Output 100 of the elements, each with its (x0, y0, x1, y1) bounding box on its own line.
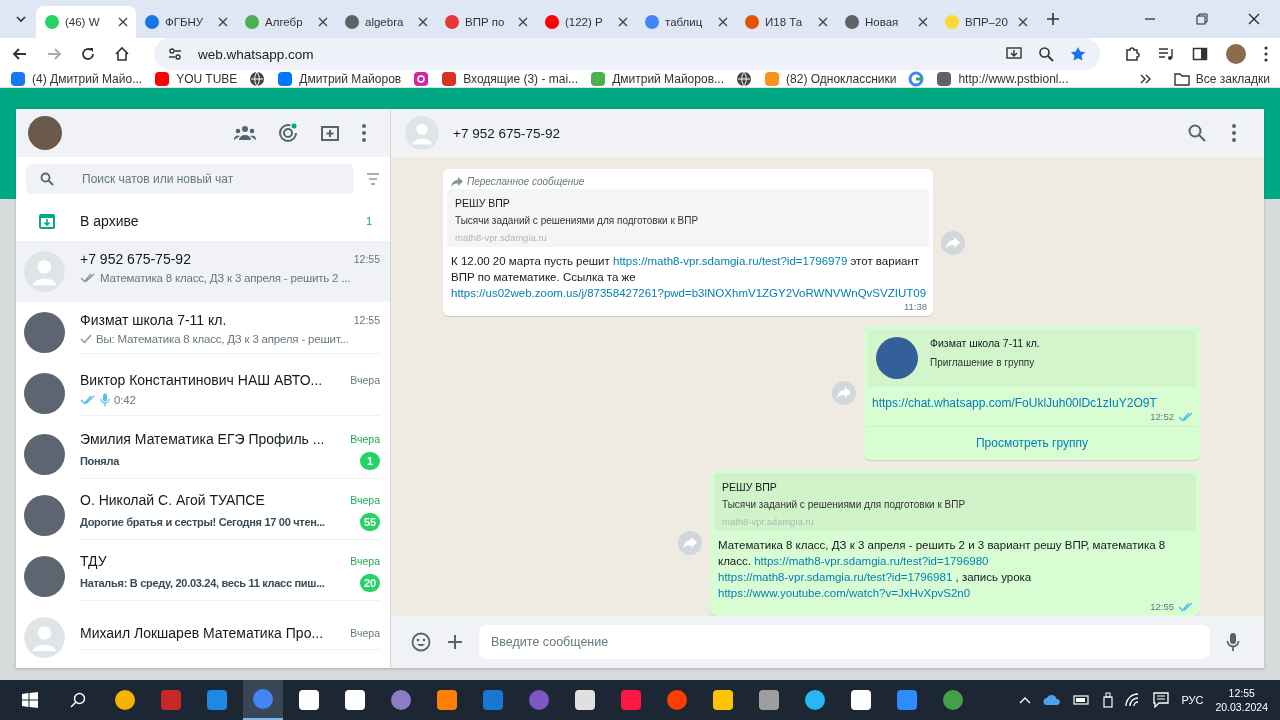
usb-drive-icon[interactable] (1103, 692, 1114, 708)
globe-icon[interactable] (249, 70, 266, 87)
colored-circle-icon[interactable] (908, 70, 925, 87)
new-chat-icon[interactable] (320, 124, 340, 142)
reload-icon[interactable] (80, 46, 96, 62)
bookmark-item[interactable]: YOU TUBE (154, 70, 238, 87)
close-icon[interactable] (618, 17, 628, 27)
emoji-icon[interactable] (411, 632, 431, 652)
link-preview-card[interactable]: РЕШУ ВПР Тысячи заданий с решениями для подготовки к ВПР math8-vpr.sdamgia.ru (447, 189, 929, 247)
app-icon[interactable] (298, 689, 320, 711)
menu-icon[interactable] (1232, 124, 1236, 142)
bookmark-item[interactable]: Дмитрий Майоров (277, 70, 402, 87)
bookmark-item[interactable]: (4) Дмитрий Майо... (10, 70, 143, 87)
app-icon[interactable] (712, 689, 734, 711)
app-icon[interactable] (850, 689, 872, 711)
message-link[interactable]: https://math8-vpr.sdamgia.ru/test?id=1796979 (613, 255, 848, 267)
message-link[interactable]: https://www.youtube.com/watch?v=JxHvXpvS2n0 (718, 587, 971, 599)
zoom-icon[interactable] (1038, 46, 1054, 62)
browser-tab[interactable]: ФГБНУ (136, 6, 236, 38)
camera-icon[interactable] (413, 70, 430, 87)
battery-icon[interactable] (1073, 694, 1092, 706)
message-link[interactable]: https://math8-vpr.sdamgia.ru/test?id=1796980 (754, 555, 989, 567)
bookmark-item[interactable]: Входящие (3) - mai... (441, 70, 579, 87)
bookmark-star-icon[interactable] (1070, 46, 1086, 62)
message-link[interactable]: https://math8-vpr.sdamgia.ru/test?id=1796981 (718, 571, 953, 583)
close-icon[interactable] (718, 17, 728, 27)
app-icon[interactable] (344, 689, 366, 711)
chat-list-item[interactable]: Михаил Локшарев Математика Про... Вчера (16, 607, 390, 668)
microphone-icon[interactable] (1226, 632, 1240, 652)
message-text: К 12.00 20 марта пусть решит https://math8-vpr.sdamgia.ru/test?id=1796979 этот вариант ВПР по математике. Ссылка та же https://us02web.zoom.us/j/87358427261?pwd=b3lNOXhmV1ZGY2VoRWNVWnQvSVZIUT09 (451, 254, 925, 301)
restore-icon[interactable] (1196, 13, 1208, 25)
chat-list-item[interactable]: +7 952 675-75-92 12:55 Математика 8 класс, ДЗ к 3 апреля - решить 2 ... (16, 241, 390, 302)
globe-icon[interactable] (736, 70, 753, 87)
browser-tab[interactable]: (46) W (36, 6, 136, 38)
archive-row[interactable]: В архиве 1 (16, 201, 390, 241)
plus-icon[interactable] (447, 634, 463, 650)
app-icon[interactable] (114, 689, 136, 711)
search-icon[interactable] (70, 692, 86, 708)
chevron-icon[interactable] (1139, 72, 1152, 85)
bookmark-item[interactable]: Дмитрий Майоров... (590, 70, 725, 87)
message-input[interactable]: Введите сообщение (479, 625, 1210, 659)
chevron-up-icon[interactable] (1019, 696, 1032, 704)
preview-domain: math8-vpr.sdamgia.ru (722, 516, 815, 527)
unread-count: 1 (360, 451, 380, 470)
search-field[interactable]: Поиск чатов или новый чат (26, 164, 354, 194)
install-app-icon[interactable] (1006, 46, 1022, 62)
app-icon[interactable] (436, 689, 458, 711)
app-icon[interactable] (574, 689, 596, 711)
close-icon[interactable] (218, 17, 228, 27)
message-link[interactable]: https://us02web.zoom.us/j/87358427261?pwd=b3lNOXhmV1ZGY2VoRWNVWnQvSVZIUT09 (451, 287, 927, 299)
browser-tab[interactable]: Новая (836, 6, 936, 38)
chat-list-item[interactable]: Эмилия Математика ЕГЭ Профиль ... Вчера Поняла 1 (16, 424, 390, 485)
close-icon[interactable] (518, 17, 528, 27)
browser-tab[interactable]: algebra (336, 6, 436, 38)
home-icon[interactable] (114, 46, 130, 62)
cloud-icon[interactable] (1043, 694, 1062, 706)
all-bookmarks-button[interactable]: Все закладки (1173, 71, 1270, 86)
close-icon[interactable] (918, 17, 928, 27)
chat-title[interactable]: +7 952 675-75-92 (453, 125, 560, 141)
chat-list-item[interactable]: О. Николай С. Агой ТУАПСЕ Вчера Дорогие братья и сестры! Сегодня 17 00 чтен... 55 (16, 485, 390, 546)
bookmark-item[interactable]: http://www.pstbionl... (936, 70, 1069, 87)
extensions-icon[interactable] (1124, 46, 1140, 62)
close-icon[interactable] (318, 17, 328, 27)
menu-icon[interactable] (362, 124, 366, 142)
close-icon[interactable] (118, 17, 128, 27)
browser-tab[interactable]: (122) P (536, 6, 636, 38)
browser-tab[interactable]: ВПР по (436, 6, 536, 38)
chat-list-item[interactable]: Виктор Константинович НАШ АВТО... Вчера 0:42 (16, 363, 390, 424)
status-ring-icon[interactable] (278, 123, 298, 143)
profile-avatar[interactable] (1226, 44, 1246, 64)
close-icon[interactable] (1248, 13, 1260, 25)
language-indicator[interactable]: РУС (1181, 694, 1204, 706)
app-icon[interactable] (804, 689, 826, 711)
back-arrow-icon[interactable] (12, 46, 28, 62)
site-settings-icon[interactable] (168, 47, 182, 61)
bookmark-item[interactable]: (82) Одноклассники (764, 70, 897, 87)
close-icon[interactable] (818, 17, 828, 27)
side-panel-icon[interactable] (1192, 46, 1208, 62)
chat-list-item[interactable]: ТДУ Вчера Наталья: В среду, 20.03.24, весь 11 класс пиш... 20 (16, 546, 390, 607)
browser-tab[interactable]: ВПР–20 (936, 6, 1036, 38)
invite-link[interactable]: https://chat.whatsapp.com/FoUklJuh00lDc1zIuY2O9T (872, 396, 1157, 410)
address-bar[interactable]: web.whatsapp.com (154, 38, 1100, 70)
view-group-button[interactable]: Просмотреть группу (868, 426, 1196, 456)
people-icon[interactable] (234, 125, 256, 141)
browser-tab[interactable]: И18 Та (736, 6, 836, 38)
media-controls-icon[interactable] (1158, 46, 1174, 62)
taskbar-clock[interactable]: 12:55 20.03.2024 (1215, 686, 1268, 714)
browser-tab[interactable]: Алгебр (236, 6, 336, 38)
menu-icon[interactable] (1264, 46, 1268, 62)
link-preview-card[interactable]: РЕШУ ВПР Тысячи заданий с решениями для подготовки к ВПР math8-vpr.sdamgia.ru (714, 473, 1196, 531)
chat-list-item[interactable]: Физмат школа 7-11 кл. 12:55 Вы: Математика 8 класс, ДЗ к 3 апреля - решит... (16, 302, 390, 363)
browser-tab[interactable]: таблиц (636, 6, 736, 38)
close-icon[interactable] (418, 17, 428, 27)
check-icon (80, 333, 92, 344)
new-tab-icon[interactable] (1046, 12, 1060, 26)
windows-logo-icon[interactable] (22, 692, 38, 708)
avatar-photo-placeholder[interactable] (28, 116, 62, 150)
app-icon[interactable] (758, 689, 780, 711)
close-icon[interactable] (1018, 17, 1028, 27)
speech-bubble-icon[interactable] (1153, 692, 1170, 708)
